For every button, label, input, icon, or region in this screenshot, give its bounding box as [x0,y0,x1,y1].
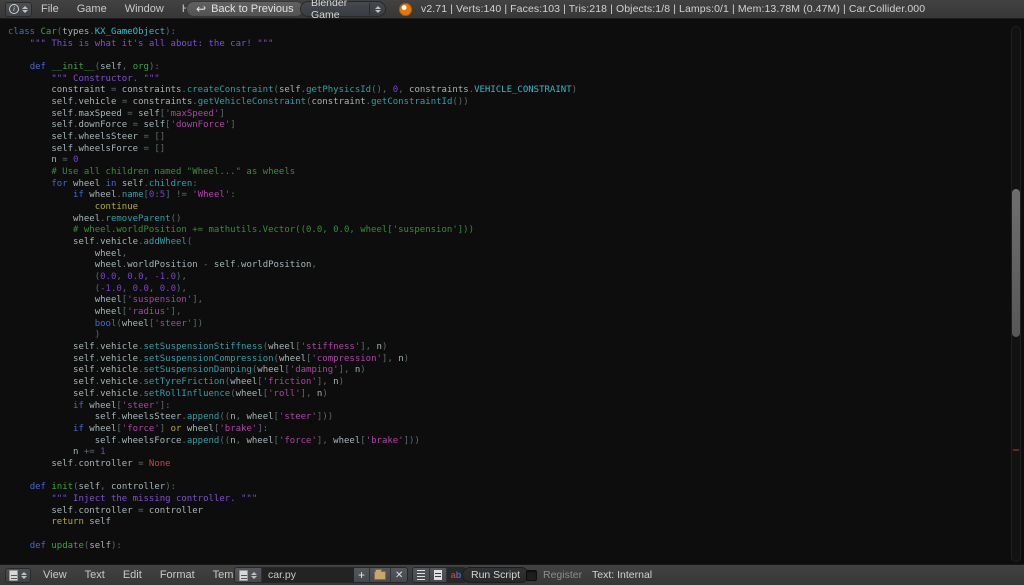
code-line [8,50,1024,62]
chevron-updown-icon [21,572,27,579]
render-engine-select[interactable]: Blender Game [300,1,386,17]
code-line: def init(self, controller): [8,482,1024,494]
datablock-name-field[interactable]: car.py [262,568,354,582]
text-datablock-widget: car.py + ✕ [234,567,408,583]
register-label: Register [543,569,582,581]
info-editor-icon: i [9,4,19,14]
top-header-bar: i FileGameWindowHelp ↩ Back to Previous … [0,0,1024,19]
code-line: self.controller = None [8,459,1024,471]
menu-edit[interactable]: Edit [114,569,151,581]
code-line: if wheel['steer']: [8,401,1024,413]
code-line: self.wheelsSteer = [] [8,132,1024,144]
code-line: def __init__(self, org): [8,62,1024,74]
code-line [8,471,1024,483]
editor-type-selector[interactable]: i [5,2,32,17]
code-line: """ Constructor. """ [8,74,1024,86]
code-line: wheel['suspension'], [8,295,1024,307]
code-line: n = 0 [8,155,1024,167]
back-icon: ↩ [196,4,206,14]
word-wrap-icon [434,570,442,580]
text-source-label: Text: Internal [592,569,652,581]
code-line: self.vehicle.setTyreFriction(wheel['fric… [8,377,1024,389]
code-line: constraint = constraints.createConstrain… [8,85,1024,97]
engine-select-value: Blender Game [311,0,359,21]
chevron-updown-icon [22,6,28,13]
run-script-button[interactable]: Run Script [462,567,529,583]
text-editor-icon [239,570,248,581]
code-line: self.downForce = self['downForce'] [8,120,1024,132]
editor-type-selector[interactable] [5,568,31,583]
code-line: self.vehicle.setSuspensionCompression(wh… [8,354,1024,366]
code-line: self.vehicle.setRollInfluence(wheel['rol… [8,389,1024,401]
code-line: for wheel in self.children: [8,179,1024,191]
menu-view[interactable]: View [34,569,76,581]
scrollbar-thumb[interactable] [1012,189,1020,337]
code-line: self.maxSpeed = self['maxSpeed'] [8,109,1024,121]
code-line: """ Inject the missing controller. """ [8,494,1024,506]
chevron-updown-icon [375,6,381,13]
code-line: """ This is what it's all about: the car… [8,39,1024,51]
code-line: ) [8,330,1024,342]
menu-game[interactable]: Game [68,3,116,15]
chevron-updown-icon [251,572,257,579]
code-line: # Use all children named "Wheel..." as w… [8,167,1024,179]
register-checkbox[interactable] [526,570,537,581]
scene-stats-text: v2.71 | Verts:140 | Faces:103 | Tris:218… [421,3,925,15]
code-line: wheel['radius'], [8,307,1024,319]
divider [369,3,370,15]
code-line: self.vehicle.addWheel( [8,237,1024,249]
datablock-browse-button[interactable] [235,568,262,582]
code-line: self.vehicle.setSuspensionStiffness(whee… [8,342,1024,354]
code-line: self.controller = controller [8,506,1024,518]
blender-logo-icon [399,3,412,16]
code-line: if wheel.name[0:5] != 'Wheel': [8,190,1024,202]
text-editor-header-bar: ViewTextEditFormatTemplates car.py + ✕ [0,564,1024,585]
scrollbar-track[interactable] [1011,26,1021,562]
plus-icon: + [358,570,365,580]
new-text-button[interactable]: + [354,568,370,582]
code-line: (0.0, 0.0, -1.0), [8,272,1024,284]
open-text-button[interactable] [370,568,391,582]
code-line: wheel, [8,249,1024,261]
unlink-text-button[interactable]: ✕ [391,568,407,582]
close-icon: ✕ [395,570,403,581]
code-line: return self [8,517,1024,529]
code-line: self.wheelsForce = [] [8,144,1024,156]
code-line [8,529,1024,541]
syntax-highlight-icon: ab [451,570,462,580]
word-wrap-toggle[interactable] [430,568,447,582]
editor-toggle-group: ab [412,567,466,583]
line-numbers-toggle[interactable] [413,568,430,582]
code-line: self.vehicle = constraints.getVehicleCon… [8,97,1024,109]
run-script-label: Run Script [471,569,520,581]
menu-file[interactable]: File [32,3,68,15]
code-line: n += 1 [8,447,1024,459]
text-editor-icon [9,570,18,581]
text-editor-area[interactable]: class Car(types.KX_GameObject): """ This… [0,20,1024,563]
menu-window[interactable]: Window [116,3,173,15]
code-line: self.vehicle.setSuspensionDamping(wheel[… [8,365,1024,377]
code-line: bool(wheel['steer']) [8,319,1024,331]
back-button-label: Back to Previous [211,3,294,15]
back-to-previous-button[interactable]: ↩ Back to Previous [186,1,304,17]
code-line: wheel.worldPosition - self.worldPosition… [8,260,1024,272]
line-numbers-icon [417,570,425,580]
code-lines: class Car(types.KX_GameObject): """ This… [8,27,1024,552]
folder-icon [374,571,386,580]
menu-text[interactable]: Text [76,569,114,581]
code-line: (-1.0, 0.0, 0.0), [8,284,1024,296]
code-line: class Car(types.KX_GameObject): [8,27,1024,39]
code-line: # wheel.worldPosition += mathutils.Vecto… [8,225,1024,237]
code-line: self.wheelsSteer.append((n, wheel['steer… [8,412,1024,424]
scrollbar-marker [1013,449,1019,451]
code-line: def update(self): [8,541,1024,553]
code-line: self.wheelsForce.append((n, wheel['force… [8,436,1024,448]
code-line: continue [8,202,1024,214]
menu-format[interactable]: Format [151,569,204,581]
code-line: wheel.removeParent() [8,214,1024,226]
datablock-name: car.py [268,569,296,581]
code-line: if wheel['force'] or wheel['brake']: [8,424,1024,436]
